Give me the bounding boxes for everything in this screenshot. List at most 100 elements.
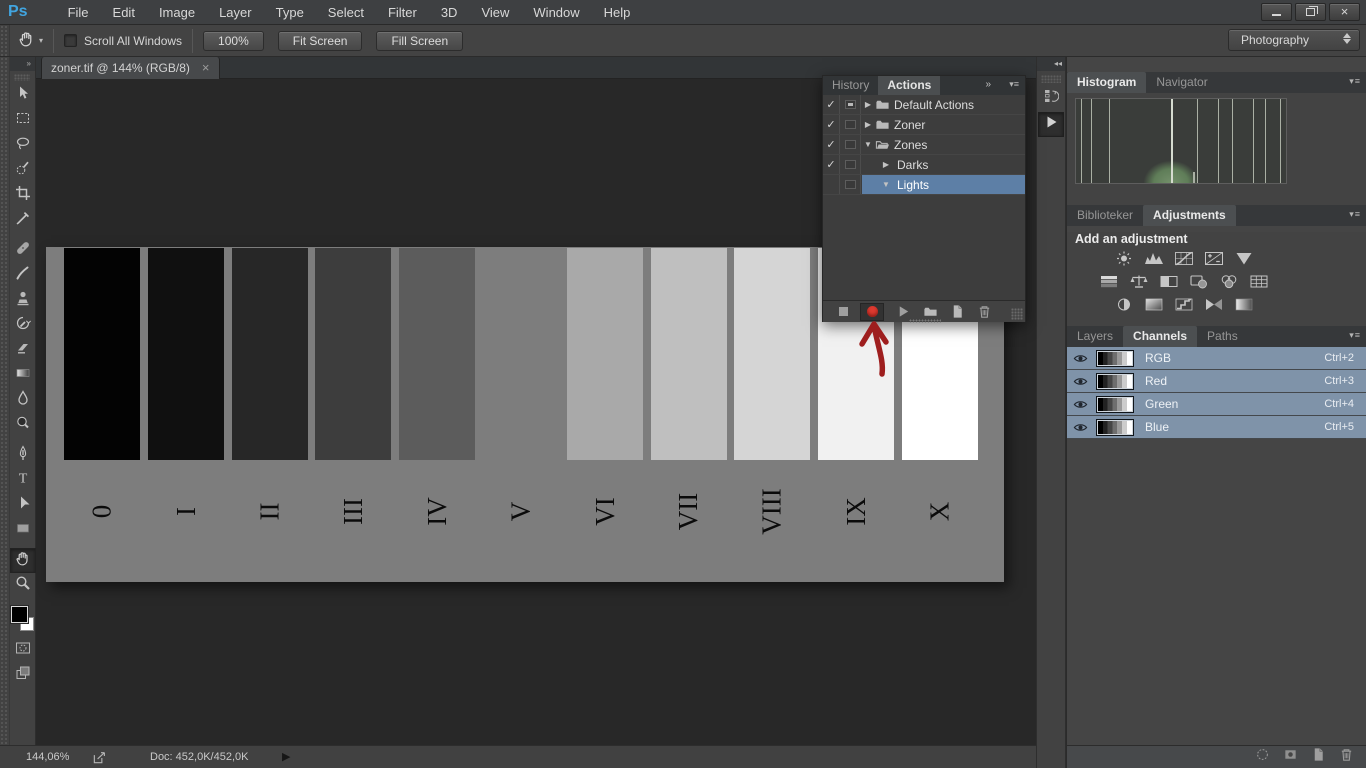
channel-row-red[interactable]: Red Ctrl+3: [1067, 370, 1366, 393]
clone-stamp-tool[interactable]: [10, 288, 36, 313]
hand-tool[interactable]: [9, 548, 36, 573]
close-tab-icon[interactable]: ×: [202, 61, 210, 74]
visibility-eye-icon[interactable]: [1067, 420, 1093, 435]
black-white-adjustment-button[interactable]: [1157, 274, 1182, 294]
options-bar-grip[interactable]: [0, 25, 10, 56]
action-row-default-actions[interactable]: ✓ ▶ Default Actions: [823, 95, 1025, 115]
menu-edit[interactable]: Edit: [101, 0, 147, 25]
delete-button[interactable]: [977, 304, 992, 319]
expand-arrow-right-icon[interactable]: ▶: [879, 160, 893, 169]
toolbar-drag-dots[interactable]: [14, 74, 30, 81]
brightness-contrast-adjustment-button[interactable]: [1112, 251, 1137, 271]
levels-adjustment-button[interactable]: [1142, 251, 1167, 271]
panel-menu-icon[interactable]: ▾≡: [1009, 79, 1019, 90]
close-button[interactable]: ×: [1329, 3, 1360, 21]
vibrance-adjustment-button[interactable]: [1232, 251, 1257, 271]
histogram-tab-navigator[interactable]: Navigator: [1146, 72, 1217, 93]
menu-select[interactable]: Select: [316, 0, 376, 25]
channel-mixer-adjustment-button[interactable]: [1217, 274, 1242, 294]
eraser-tool[interactable]: [10, 338, 36, 363]
include-checkbox[interactable]: ✓: [823, 155, 840, 174]
minimize-button[interactable]: [1261, 3, 1292, 21]
move-tool[interactable]: [10, 83, 36, 108]
quick-mask-tool[interactable]: [10, 635, 36, 660]
panel-menu-icon[interactable]: ▾≡: [1349, 330, 1361, 341]
expand-arrow-down-icon[interactable]: ▼: [861, 140, 875, 149]
crop-tool[interactable]: [10, 183, 36, 208]
dodge-tool[interactable]: [10, 413, 36, 438]
menu-3d[interactable]: 3D: [429, 0, 470, 25]
photo-filter-adjustment-button[interactable]: [1187, 274, 1212, 294]
quick-selection-tool[interactable]: [10, 158, 36, 183]
channels-tab-layers[interactable]: Layers: [1067, 326, 1123, 347]
curves-adjustment-button[interactable]: [1172, 251, 1197, 271]
visibility-eye-icon[interactable]: [1067, 351, 1093, 366]
toolbar-collapse-icon[interactable]: »: [10, 57, 35, 71]
hue-saturation-adjustment-button[interactable]: [1097, 274, 1122, 294]
status-options-arrow-icon[interactable]: ▶: [282, 750, 290, 763]
visibility-eye-icon[interactable]: [1067, 374, 1093, 389]
100-button[interactable]: 100%: [203, 30, 264, 51]
action-row-zones[interactable]: ✓ ▼ Zones: [823, 135, 1025, 155]
include-checkbox[interactable]: ✓: [823, 115, 840, 134]
spot-healing-tool[interactable]: [10, 238, 36, 263]
menu-layer[interactable]: Layer: [207, 0, 264, 25]
panel-tab-history[interactable]: History: [823, 76, 878, 95]
threshold-adjustment-button[interactable]: [1172, 297, 1197, 317]
menu-view[interactable]: View: [469, 0, 521, 25]
restore-button[interactable]: [1295, 3, 1326, 21]
save-selection-button[interactable]: [1283, 747, 1298, 767]
toolbar-grip[interactable]: [0, 57, 10, 745]
delete-channel-button[interactable]: [1339, 747, 1354, 767]
adjustments-tab-adjustments[interactable]: Adjustments: [1143, 205, 1236, 226]
new-channel-button[interactable]: [1311, 747, 1326, 767]
screen-mode-tool[interactable]: [10, 660, 36, 685]
exposure-adjustment-button[interactable]: [1202, 251, 1227, 271]
dock-collapse-icon[interactable]: ◂◂: [1037, 57, 1065, 71]
action-row-lights[interactable]: ▼ Lights: [823, 175, 1025, 195]
dock-drag-dots[interactable]: [1041, 75, 1061, 83]
gradient-map-adjustment-button[interactable]: [1202, 297, 1227, 317]
menu-type[interactable]: Type: [264, 0, 316, 25]
brush-tool[interactable]: [10, 263, 36, 288]
lasso-tool[interactable]: [10, 133, 36, 158]
channel-row-blue[interactable]: Blue Ctrl+5: [1067, 416, 1366, 439]
pen-tool[interactable]: [10, 443, 36, 468]
modal-dialog-toggle[interactable]: [840, 155, 861, 174]
action-row-zoner[interactable]: ✓ ▶ Zoner: [823, 115, 1025, 135]
type-tool[interactable]: T: [10, 468, 36, 493]
fit-screen-button[interactable]: Fit Screen: [277, 30, 363, 51]
channel-row-rgb[interactable]: RGB Ctrl+2: [1067, 347, 1366, 370]
rectangle-shape-tool[interactable]: [10, 518, 36, 543]
menu-window[interactable]: Window: [521, 0, 591, 25]
history-panel-dock-button[interactable]: [1038, 86, 1064, 111]
menu-help[interactable]: Help: [592, 0, 643, 25]
posterize-adjustment-button[interactable]: [1142, 297, 1167, 317]
history-brush-tool[interactable]: [10, 313, 36, 338]
scroll-all-windows-checkbox[interactable]: [64, 34, 78, 47]
load-selection-button[interactable]: [1255, 747, 1270, 767]
new-action-button[interactable]: [950, 304, 965, 319]
zoom-tool[interactable]: [10, 573, 36, 598]
document-tab[interactable]: zoner.tif @ 144% (RGB/8) ×: [41, 57, 220, 79]
selective-color-adjustment-button[interactable]: [1232, 297, 1257, 317]
include-checkbox[interactable]: ✓: [823, 135, 840, 154]
panel-menu-icon[interactable]: ▾≡: [1349, 209, 1361, 220]
expand-arrow-right-icon[interactable]: ▶: [861, 100, 875, 109]
channel-row-green[interactable]: Green Ctrl+4: [1067, 393, 1366, 416]
menu-filter[interactable]: Filter: [376, 0, 429, 25]
current-tool-indicator[interactable]: ▾: [18, 30, 43, 52]
workspace-selector[interactable]: Photography: [1228, 29, 1360, 51]
foreground-color-swatch[interactable]: [9, 605, 29, 624]
fill-screen-button[interactable]: Fill Screen: [376, 30, 464, 51]
panel-collapse-icon[interactable]: »: [985, 79, 991, 90]
eyedropper-tool[interactable]: [10, 208, 36, 233]
channels-tab-channels[interactable]: Channels: [1123, 326, 1198, 347]
histogram-tab-histogram[interactable]: Histogram: [1067, 72, 1147, 93]
path-selection-tool[interactable]: [10, 493, 36, 518]
actions-panel-dock-button[interactable]: [1038, 112, 1064, 137]
panel-tab-actions[interactable]: Actions: [878, 76, 941, 95]
blur-tool[interactable]: [10, 388, 36, 413]
color-swatches[interactable]: [9, 605, 36, 635]
menu-file[interactable]: File: [56, 0, 101, 25]
